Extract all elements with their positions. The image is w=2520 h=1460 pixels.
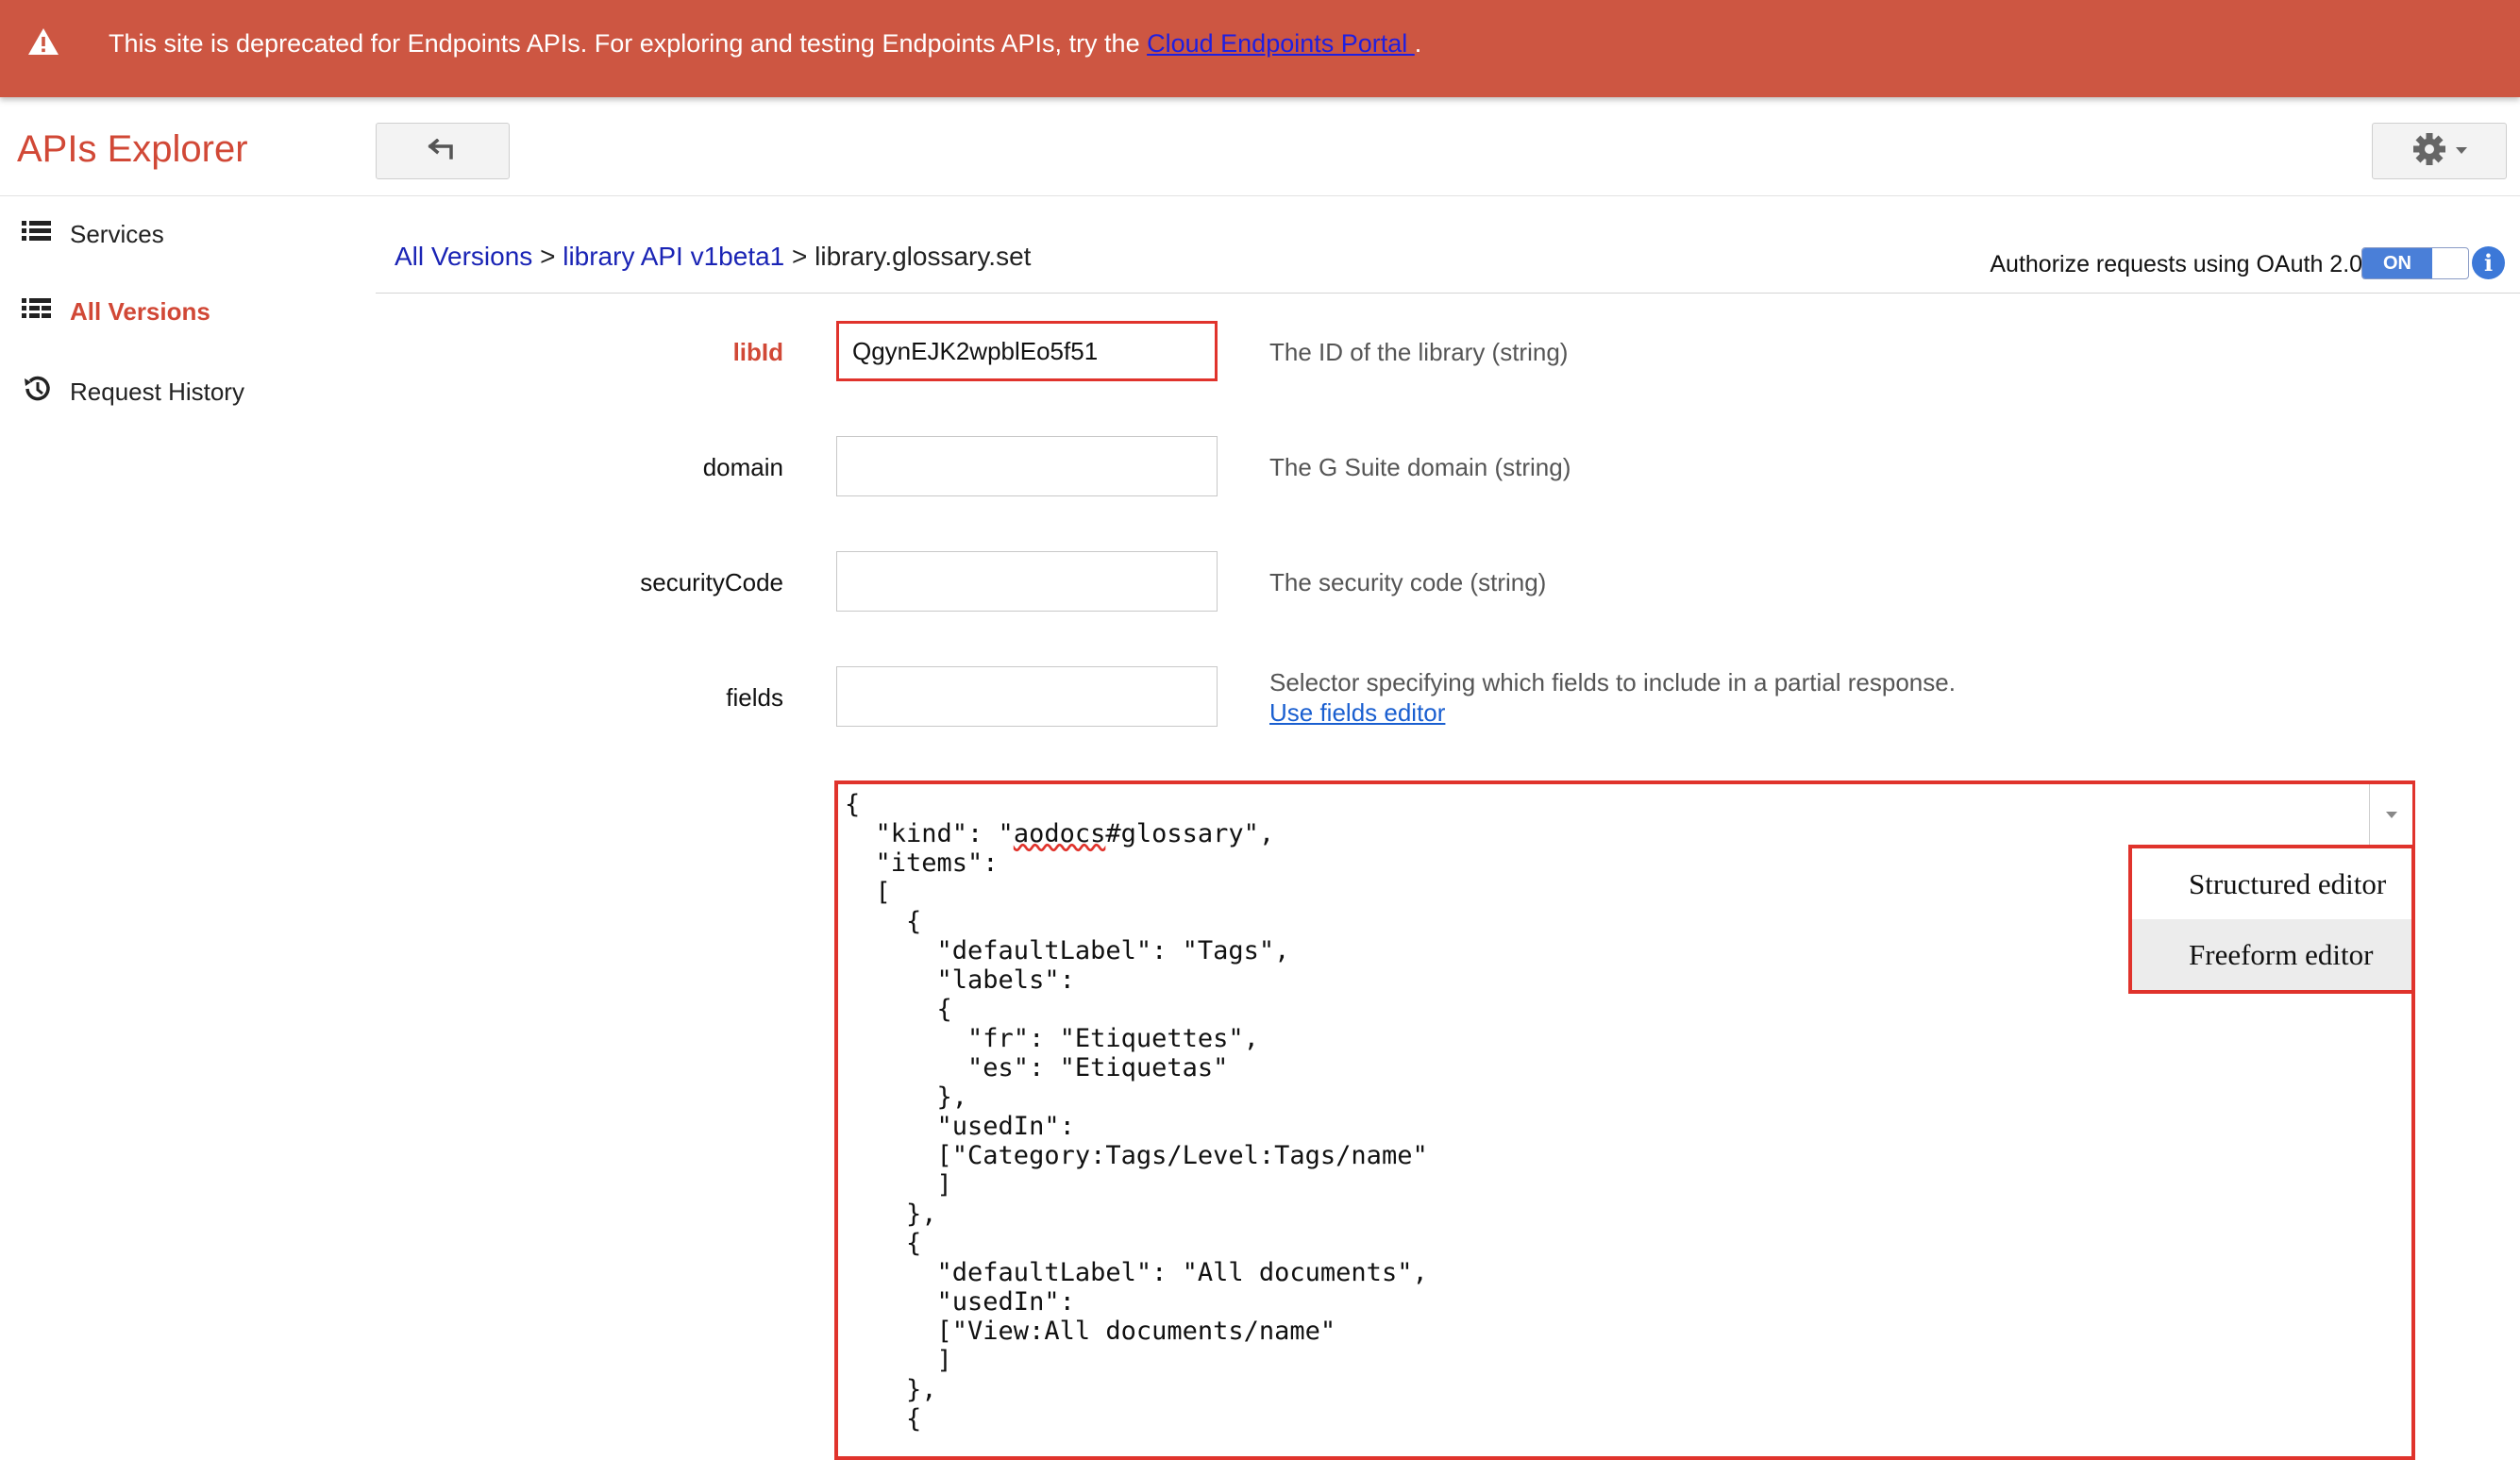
sidebar-item-services[interactable]: Services [21,219,164,250]
menu-item-freeform-editor[interactable]: Freeform editor [2132,919,2411,990]
deprecation-banner: This site is deprecated for Endpoints AP… [0,0,2520,97]
libid-input[interactable] [836,321,1218,381]
cloud-endpoints-portal-link[interactable]: Cloud Endpoints Portal [1147,29,1415,58]
use-fields-editor-link[interactable]: Use fields editor [1269,698,1445,727]
banner-message: This site is deprecated for Endpoints AP… [109,28,1421,59]
versions-list-icon [21,296,53,327]
breadcrumb-all-versions[interactable]: All Versions [395,242,532,271]
securitycode-input[interactable] [836,551,1218,612]
banner-text: This site is deprecated for Endpoints AP… [109,29,1140,58]
fields-label: fields [726,683,783,712]
settings-button[interactable] [2372,123,2507,179]
banner-trailing: . [1414,29,1422,58]
info-icon[interactable]: i [2472,246,2505,279]
sidebar-item-label: All Versions [70,297,210,326]
oauth-label: Authorize requests using OAuth 2.0: [1990,251,2369,277]
domain-label: domain [702,453,783,481]
oauth-toggle[interactable]: ON [2361,247,2469,279]
warning-icon [26,26,60,61]
sidebar-item-all-versions[interactable]: All Versions [21,296,210,327]
domain-input[interactable] [836,436,1218,496]
domain-description: The G Suite domain (string) [1269,453,1571,481]
back-arrow-icon [427,138,459,164]
spellcheck-word: aodocs [1013,819,1106,848]
toggle-on-label: ON [2362,248,2432,278]
fields-editor-link-wrap: Use fields editor [1269,698,1445,728]
securitycode-label: securityCode [640,568,783,596]
libid-description: The ID of the library (string) [1269,338,1569,366]
chevron-down-icon [2455,143,2468,159]
fields-description: Selector specifying which fields to incl… [1269,668,1956,696]
libid-label: libId [732,338,783,366]
history-icon [21,374,53,411]
breadcrumb: All Versions > library API v1beta1 > lib… [395,242,1031,272]
securitycode-description: The security code (string) [1269,568,1547,596]
menu-item-structured-editor[interactable]: Structured editor [2132,848,2411,919]
app-title[interactable]: APIs Explorer [17,128,248,171]
breadcrumb-separator: > [540,242,556,271]
breadcrumb-separator: > [792,242,808,271]
editor-mode-dropdown[interactable] [2369,784,2412,847]
sidebar-item-label: Services [70,220,164,248]
request-body-text[interactable]: { "kind": "aodocs#glossary", "items": [ … [845,790,1428,1434]
sidebar-item-label: Request History [70,378,244,406]
back-button[interactable] [376,123,510,179]
caret-down-icon [2385,807,2398,824]
gear-icon [2411,131,2447,172]
sidebar-item-request-history[interactable]: Request History [21,374,244,411]
fields-input[interactable] [836,666,1218,727]
header-divider [0,195,2520,196]
breadcrumb-library-api[interactable]: library API v1beta1 [563,242,784,271]
editor-mode-menu: Structured editor Freeform editor [2128,845,2415,994]
list-icon [21,219,53,250]
breadcrumb-divider [376,293,2520,294]
breadcrumb-method: library.glossary.set [815,242,1032,271]
